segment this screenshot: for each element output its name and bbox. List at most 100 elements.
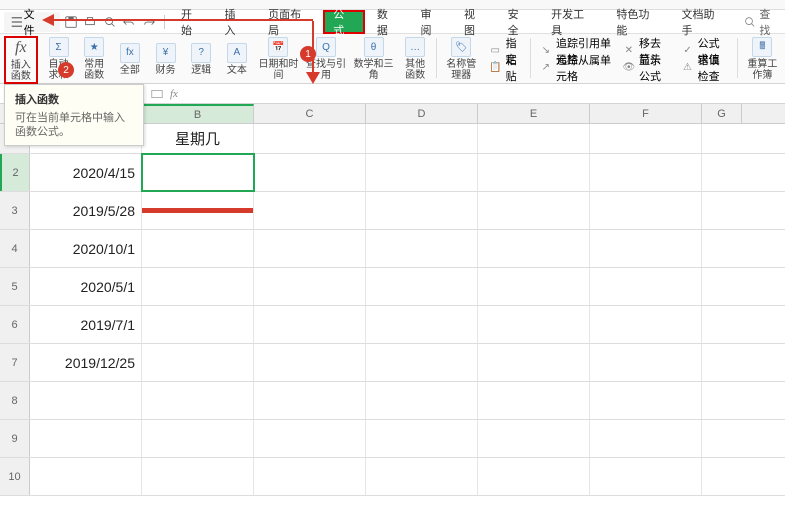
cell-F1[interactable] bbox=[590, 124, 702, 153]
cell-C5[interactable] bbox=[254, 268, 366, 305]
cell-E3[interactable] bbox=[478, 192, 590, 229]
cell-D1[interactable] bbox=[366, 124, 478, 153]
tab-view[interactable]: 视图 bbox=[454, 10, 496, 34]
cell-C2[interactable] bbox=[254, 154, 366, 191]
qat-undo-icon[interactable] bbox=[121, 13, 139, 31]
cell-E8[interactable] bbox=[478, 382, 590, 419]
cell-C6[interactable] bbox=[254, 306, 366, 343]
cell-F6[interactable] bbox=[590, 306, 702, 343]
cell-A2[interactable]: 2020/4/15 bbox=[30, 154, 142, 191]
formula-dropdown-icon[interactable] bbox=[150, 87, 164, 101]
other-fn-button[interactable]: … 其他函数 bbox=[400, 36, 430, 82]
qat-preview-icon[interactable] bbox=[101, 13, 119, 31]
cell-D3[interactable] bbox=[366, 192, 478, 229]
col-header-G[interactable]: G bbox=[702, 104, 742, 123]
row-header-9[interactable]: 9 bbox=[0, 420, 30, 457]
cell-F3[interactable] bbox=[590, 192, 702, 229]
tab-formula[interactable]: 公式 bbox=[323, 10, 365, 34]
cell-A10[interactable] bbox=[30, 458, 142, 495]
row-header-4[interactable]: 4 bbox=[0, 230, 30, 267]
insert-function-button[interactable]: fx 插入函数 bbox=[4, 36, 38, 84]
search-box[interactable]: 查找 bbox=[743, 6, 781, 38]
qat-save-icon[interactable] bbox=[62, 13, 80, 31]
cell-F5[interactable] bbox=[590, 268, 702, 305]
cell-D7[interactable] bbox=[366, 344, 478, 381]
cell-E9[interactable] bbox=[478, 420, 590, 457]
all-fn-button[interactable]: fx 全部 bbox=[115, 36, 145, 82]
tab-home[interactable]: 开始 bbox=[171, 10, 213, 34]
tab-insert[interactable]: 插入 bbox=[215, 10, 257, 34]
col-header-D[interactable]: D bbox=[366, 104, 478, 123]
col-header-E[interactable]: E bbox=[478, 104, 590, 123]
cell-C10[interactable] bbox=[254, 458, 366, 495]
cell-B6[interactable] bbox=[142, 306, 254, 343]
name-manager-button[interactable]: 🏷 名称管理器 bbox=[443, 36, 480, 82]
cell-E2[interactable] bbox=[478, 154, 590, 191]
cell-F9[interactable] bbox=[590, 420, 702, 457]
finance-button[interactable]: ¥ 财务 bbox=[151, 36, 181, 82]
cell-A9[interactable] bbox=[30, 420, 142, 457]
error-check-button[interactable]: ⚠错误检查 bbox=[678, 60, 731, 76]
cell-E5[interactable] bbox=[478, 268, 590, 305]
row-header-8[interactable]: 8 bbox=[0, 382, 30, 419]
cell-E6[interactable] bbox=[478, 306, 590, 343]
cell-C9[interactable] bbox=[254, 420, 366, 457]
paste-name-button[interactable]: 📋粘贴 bbox=[486, 60, 524, 76]
trace-dependents-button[interactable]: ↗追踪从属单元格 bbox=[537, 60, 614, 76]
tab-data[interactable]: 数据 bbox=[367, 10, 409, 34]
cell-D4[interactable] bbox=[366, 230, 478, 267]
cell-F4[interactable] bbox=[590, 230, 702, 267]
tab-features[interactable]: 特色功能 bbox=[606, 10, 669, 34]
col-header-F[interactable]: F bbox=[590, 104, 702, 123]
cell-C7[interactable] bbox=[254, 344, 366, 381]
row-header-7[interactable]: 7 bbox=[0, 344, 30, 381]
cell-A5[interactable]: 2020/5/1 bbox=[30, 268, 142, 305]
cell-D8[interactable] bbox=[366, 382, 478, 419]
row-header-5[interactable]: 5 bbox=[0, 268, 30, 305]
cell-D2[interactable] bbox=[366, 154, 478, 191]
cell-F7[interactable] bbox=[590, 344, 702, 381]
cell-B10[interactable] bbox=[142, 458, 254, 495]
math-button[interactable]: θ 数学和三角 bbox=[353, 36, 395, 82]
row-header-2[interactable]: 2 bbox=[0, 154, 30, 191]
show-formulas-button[interactable]: 👁显示公式 bbox=[620, 60, 673, 76]
tab-review[interactable]: 审阅 bbox=[410, 10, 452, 34]
cell-D6[interactable] bbox=[366, 306, 478, 343]
cell-E10[interactable] bbox=[478, 458, 590, 495]
cell-B4[interactable] bbox=[142, 230, 254, 267]
qat-redo-icon[interactable] bbox=[140, 13, 158, 31]
cell-B5[interactable] bbox=[142, 268, 254, 305]
cell-D5[interactable] bbox=[366, 268, 478, 305]
cell-F10[interactable] bbox=[590, 458, 702, 495]
cell-B2[interactable] bbox=[142, 154, 254, 191]
fx-indicator[interactable]: fx bbox=[170, 88, 178, 100]
cell-B9[interactable] bbox=[142, 420, 254, 457]
cell-A4[interactable]: 2020/10/1 bbox=[30, 230, 142, 267]
cell-C8[interactable] bbox=[254, 382, 366, 419]
cell-B7[interactable] bbox=[142, 344, 254, 381]
text-button[interactable]: A 文本 bbox=[222, 36, 252, 82]
tab-safety[interactable]: 安全 bbox=[498, 10, 540, 34]
cell-A8[interactable] bbox=[30, 382, 142, 419]
row-header-3[interactable]: 3 bbox=[0, 192, 30, 229]
col-header-C[interactable]: C bbox=[254, 104, 366, 123]
row-header-6[interactable]: 6 bbox=[0, 306, 30, 343]
logic-button[interactable]: ? 逻辑 bbox=[186, 36, 216, 82]
recalc-button[interactable]: 🖩 重算工作簿 bbox=[744, 36, 781, 82]
cell-C1[interactable] bbox=[254, 124, 366, 153]
cell-B1[interactable]: 星期几 bbox=[142, 124, 254, 153]
cell-E1[interactable] bbox=[478, 124, 590, 153]
cell-A7[interactable]: 2019/12/25 bbox=[30, 344, 142, 381]
tab-devtools[interactable]: 开发工具 bbox=[541, 10, 604, 34]
cell-A3[interactable]: 2019/5/28 bbox=[30, 192, 142, 229]
row-header-10[interactable]: 10 bbox=[0, 458, 30, 495]
datetime-button[interactable]: 📅 日期和时间 bbox=[258, 36, 300, 82]
common-fn-button[interactable]: ★ 常用函数 bbox=[79, 36, 109, 82]
cell-B8[interactable] bbox=[142, 382, 254, 419]
cell-E7[interactable] bbox=[478, 344, 590, 381]
col-header-B[interactable]: B bbox=[142, 104, 254, 123]
tab-doc-assist[interactable]: 文档助手 bbox=[672, 10, 735, 34]
cell-C3[interactable] bbox=[254, 192, 366, 229]
cell-D9[interactable] bbox=[366, 420, 478, 457]
cell-A6[interactable]: 2019/7/1 bbox=[30, 306, 142, 343]
